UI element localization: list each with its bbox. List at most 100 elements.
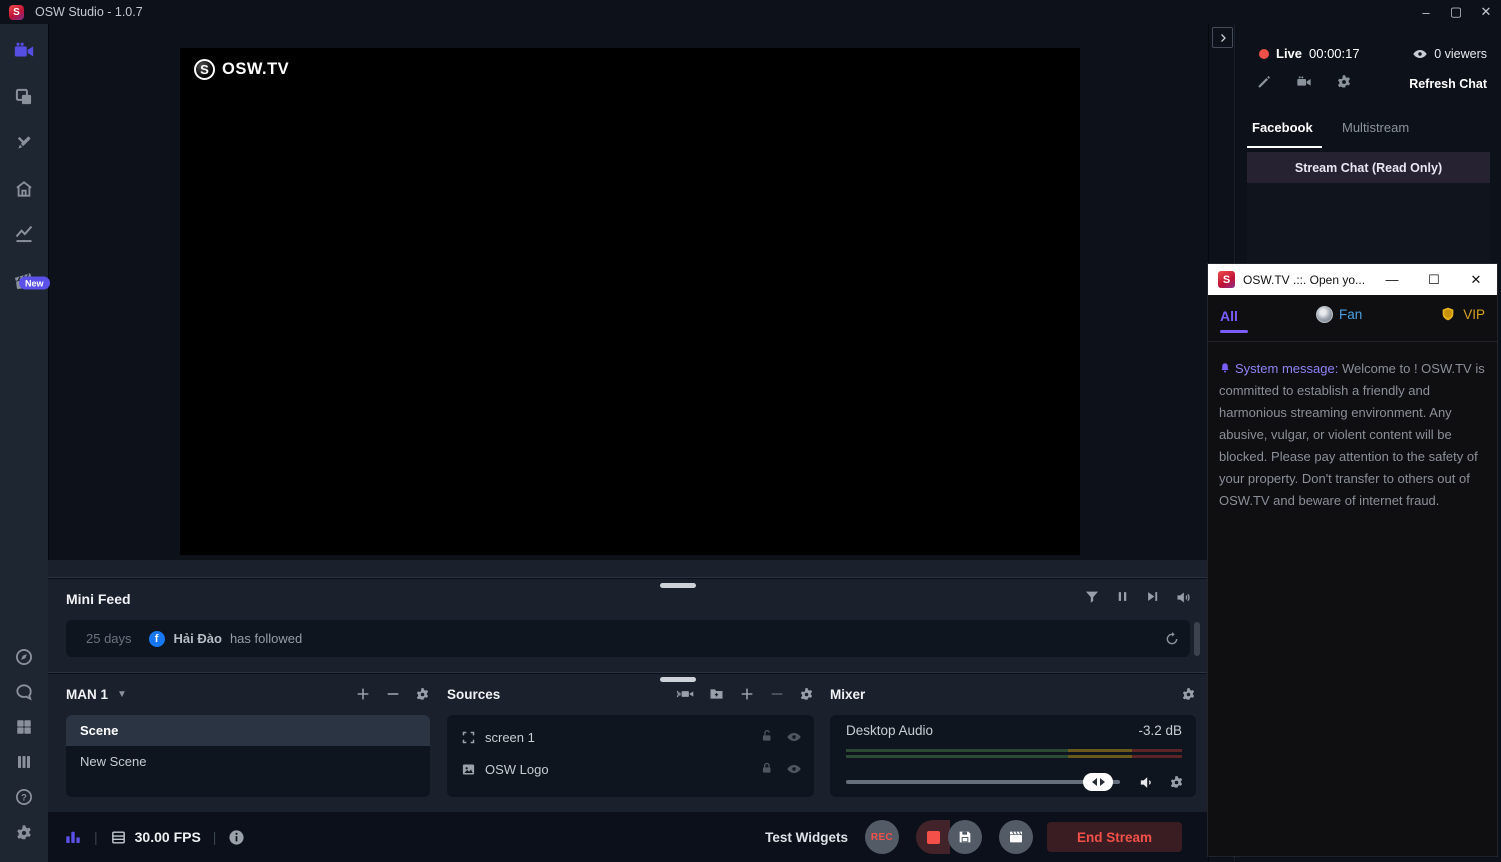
resize-handle[interactable] [660, 583, 696, 588]
screen-capture-icon [461, 730, 476, 745]
clip-button[interactable] [999, 820, 1033, 854]
mini-feed-panel: Mini Feed 25 days f Hải Đào has followed [48, 579, 1208, 673]
source-settings-gear-icon[interactable] [799, 687, 814, 702]
source-list: screen 1 OSW Logo [447, 715, 814, 797]
mixer-settings-gear-icon[interactable] [1181, 687, 1196, 702]
facebook-icon: f [148, 630, 165, 647]
audio-channel: Desktop Audio -3.2 dB [830, 715, 1196, 797]
speaker-icon[interactable] [1138, 774, 1155, 791]
save-recording-button[interactable] [948, 820, 982, 854]
popup-app-logo-icon: S [1218, 271, 1235, 288]
separator: | [94, 829, 98, 845]
remove-source-icon[interactable] [769, 686, 785, 702]
store-icon[interactable] [14, 179, 34, 199]
system-message: System message: Welcome to ! OSW.TV is c… [1219, 358, 1487, 512]
mini-feed-scrollbar[interactable] [1194, 622, 1200, 656]
scene-list-item[interactable]: New Scene [66, 746, 430, 777]
chat-icon[interactable] [14, 682, 34, 702]
popup-maximize-button[interactable]: ☐ [1413, 264, 1455, 295]
source-list-item[interactable]: OSW Logo [447, 753, 814, 785]
rec-button[interactable]: REC [865, 820, 899, 854]
refresh-chat-button[interactable]: Refresh Chat [1409, 77, 1487, 91]
system-message-body: Welcome to ! OSW.TV is committed to esta… [1219, 361, 1485, 508]
lock-icon[interactable] [760, 761, 774, 777]
active-tab-underline [1247, 146, 1322, 148]
preview-canvas[interactable]: S OSW.TV [180, 48, 1080, 555]
system-message-label: System message: [1235, 361, 1339, 376]
add-source-icon[interactable] [739, 686, 755, 702]
bottom-panels: MAN 1 ▼ Scene New Scene Sources screen 1… [48, 674, 1208, 812]
editor-camera-icon[interactable] [13, 40, 35, 62]
popup-minimize-button[interactable]: — [1371, 264, 1413, 295]
performance-chart-icon[interactable] [64, 828, 82, 846]
tab-multistream[interactable]: Multistream [1342, 120, 1409, 135]
widgets-icon[interactable] [14, 133, 34, 153]
pause-icon[interactable] [1115, 589, 1130, 606]
remove-scene-icon[interactable] [385, 686, 401, 702]
live-indicator-dot [1259, 49, 1269, 59]
mixer-title: Mixer [830, 686, 866, 702]
stop-recording-button[interactable] [916, 820, 950, 854]
frames-icon [110, 829, 127, 846]
clapperboard-icon [1010, 831, 1022, 843]
volume-slider[interactable] [846, 773, 1120, 791]
feed-event-row[interactable]: 25 days f Hải Đào has followed [66, 620, 1190, 657]
help-icon[interactable]: ? [15, 788, 34, 807]
svg-text:?: ? [21, 792, 27, 803]
add-scene-icon[interactable] [355, 686, 371, 702]
visibility-eye-icon[interactable] [786, 729, 802, 745]
vip-badge-icon [1442, 307, 1454, 321]
scene-list-item[interactable]: Scene [66, 715, 430, 746]
layout-grid-icon[interactable] [15, 718, 33, 736]
settings-gear-icon[interactable] [15, 824, 33, 842]
stream-settings-gear-icon[interactable] [1336, 74, 1352, 90]
scene-collections-icon[interactable] [14, 87, 34, 107]
channel-settings-gear-icon[interactable] [1169, 775, 1184, 790]
popup-tab-fan[interactable]: Fan [1316, 306, 1362, 323]
scene-collection-name[interactable]: MAN 1 [66, 687, 108, 702]
stream-camera-icon[interactable] [1295, 74, 1313, 90]
unlock-icon[interactable] [760, 729, 774, 745]
image-icon [461, 762, 476, 777]
maximize-button[interactable]: ▢ [1441, 0, 1471, 24]
osw-logo-icon: S [194, 59, 215, 80]
watermark-text: OSW.TV [222, 60, 290, 78]
columns-icon[interactable] [15, 753, 33, 771]
expand-chat-button[interactable] [1212, 27, 1233, 48]
browse-icon[interactable] [14, 647, 34, 667]
oswtv-chat-window: S OSW.TV .::. Open yo... — ☐ ✕ All Fan V… [1208, 264, 1497, 856]
popup-active-tab-underline [1220, 330, 1248, 333]
popup-window-title: OSW.TV .::. Open yo... [1243, 272, 1366, 287]
new-badge: New [19, 276, 50, 290]
popup-tab-all[interactable]: All [1220, 308, 1238, 324]
volume-slider-handle[interactable] [1083, 773, 1114, 791]
filter-icon[interactable] [1084, 589, 1100, 606]
popup-tab-vip[interactable]: VIP [1439, 306, 1485, 322]
add-folder-icon[interactable] [708, 686, 725, 702]
event-age: 25 days [86, 631, 132, 646]
sidebar: New ? [0, 24, 50, 862]
dashboard-icon[interactable] [14, 224, 34, 244]
scene-settings-gear-icon[interactable] [415, 687, 430, 702]
edit-stream-pencil-icon[interactable] [1256, 74, 1272, 90]
tab-facebook[interactable]: Facebook [1252, 120, 1313, 135]
info-icon[interactable] [228, 829, 245, 846]
end-stream-button[interactable]: End Stream [1047, 822, 1182, 852]
mute-feed-icon[interactable] [1175, 589, 1192, 606]
event-user: Hải Đào [173, 631, 222, 646]
audio-camera-icon[interactable] [675, 686, 694, 702]
save-icon [959, 831, 971, 843]
close-button[interactable]: ✕ [1471, 0, 1501, 24]
separator: | [212, 829, 217, 845]
skip-to-end-icon[interactable] [1145, 589, 1160, 606]
title-bar: S OSW Studio - 1.0.7 – ▢ ✕ [0, 0, 1501, 24]
popup-close-button[interactable]: ✕ [1455, 264, 1497, 295]
minimize-button[interactable]: – [1411, 0, 1441, 24]
replay-icon[interactable] [1164, 631, 1180, 647]
popup-title-bar: S OSW.TV .::. Open yo... — ☐ ✕ [1208, 264, 1497, 295]
fan-badge-icon [1316, 306, 1333, 323]
chevron-down-icon[interactable]: ▼ [117, 689, 127, 700]
visibility-eye-icon[interactable] [786, 761, 802, 777]
source-list-item[interactable]: screen 1 [447, 721, 814, 753]
test-widgets-button[interactable]: Test Widgets [765, 830, 848, 845]
